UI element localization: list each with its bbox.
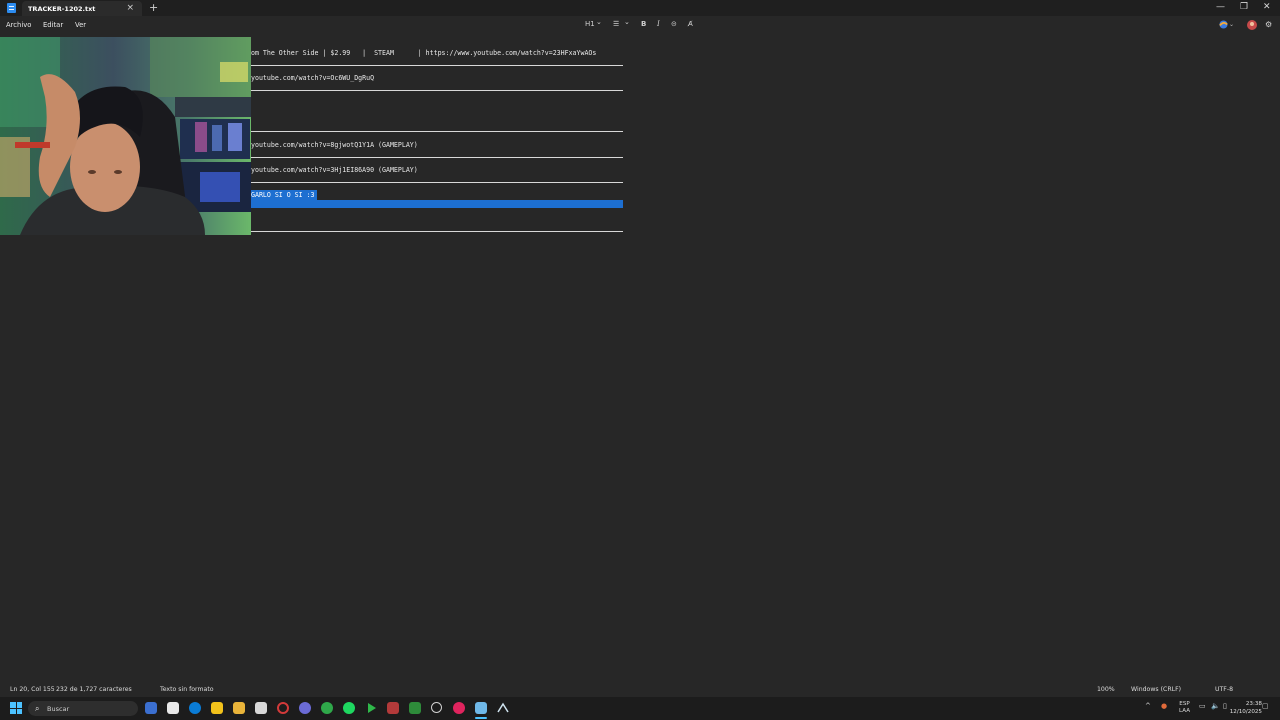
- divider: [251, 131, 623, 132]
- media-player-icon[interactable]: [453, 702, 465, 714]
- microphone-icon[interactable]: ●: [1161, 702, 1167, 710]
- menu-editar[interactable]: Editar: [43, 21, 63, 29]
- divider: [251, 90, 623, 91]
- title-bar: TRACKER-1202.txt × + — ❐ ✕: [0, 0, 1280, 16]
- text-format[interactable]: Texto sin formato: [160, 686, 214, 693]
- menu-archivo[interactable]: Archivo: [6, 21, 31, 29]
- steam-icon[interactable]: [497, 702, 509, 714]
- active-app-indicator: [475, 717, 487, 719]
- network-icon[interactable]: ▭: [1199, 702, 1206, 710]
- notifications-icon[interactable]: ▢: [1262, 702, 1269, 710]
- maximize-button[interactable]: ❐: [1240, 2, 1248, 12]
- heading-chevron-icon[interactable]: ⌄: [596, 18, 602, 26]
- discord-icon[interactable]: [299, 702, 311, 714]
- keyboard-layout: LAA: [1179, 708, 1191, 714]
- notepad-taskbar-icon[interactable]: [475, 702, 487, 714]
- bold-button[interactable]: B: [641, 20, 646, 28]
- task-view-icon[interactable]: [167, 702, 179, 714]
- language-code: ESP: [1179, 701, 1190, 707]
- italic-button[interactable]: I: [657, 20, 660, 28]
- windows-start-icon[interactable]: [10, 702, 22, 714]
- clear-format-icon[interactable]: A̸: [688, 20, 693, 28]
- webcam-overlay: [0, 37, 251, 235]
- spotify-icon[interactable]: [343, 702, 355, 714]
- menu-bar: Archivo Editar Ver H1 ⌄ ☰ ⌄ B I ⊝ A̸ ⌄ ⚙: [0, 16, 1280, 33]
- editor-line[interactable]: youtube.com/watch?v=3Hj1EI86A90 (GAMEPLA…: [251, 166, 418, 174]
- character-count: 232 de 1,727 caracteres: [56, 686, 132, 693]
- volume-icon[interactable]: 🔈: [1211, 702, 1220, 710]
- heading-dropdown[interactable]: H1: [585, 20, 595, 28]
- tab-tracker[interactable]: TRACKER-1202.txt ×: [22, 1, 142, 16]
- text-selection: [251, 200, 623, 208]
- editor-line[interactable]: om The Other Side | $2.99 | STEAM | http…: [251, 49, 596, 57]
- tab-close-icon[interactable]: ×: [126, 3, 134, 13]
- language-indicator[interactable]: ESP LAA: [1179, 701, 1190, 715]
- settings-gear-icon[interactable]: ⚙: [1265, 20, 1272, 29]
- clock-time: 23:38: [1245, 701, 1262, 707]
- store-icon[interactable]: [255, 702, 267, 714]
- tab-title: TRACKER-1202.txt: [28, 5, 96, 13]
- excel-icon[interactable]: [409, 702, 421, 714]
- list-icon[interactable]: ☰: [613, 20, 619, 28]
- minimize-button[interactable]: —: [1216, 2, 1225, 12]
- game-app-icon[interactable]: [387, 702, 399, 714]
- search-placeholder: Buscar: [47, 705, 70, 713]
- clock[interactable]: 23:38 12/10/2025: [1230, 700, 1262, 716]
- link-icon[interactable]: ⊝: [671, 20, 677, 28]
- divider: [251, 157, 623, 158]
- close-window-button[interactable]: ✕: [1263, 2, 1271, 12]
- play-icon[interactable]: [365, 702, 377, 714]
- sticky-notes-icon[interactable]: [211, 702, 223, 714]
- file-explorer-icon[interactable]: [233, 702, 245, 714]
- edge-icon[interactable]: [189, 702, 201, 714]
- copilot-chevron-icon[interactable]: ⌄: [1229, 21, 1234, 28]
- divider: [251, 182, 623, 183]
- cursor-position: Ln 20, Col 155: [10, 686, 55, 693]
- notepad-app-icon: [7, 3, 16, 13]
- clock-date: 12/10/2025: [1229, 709, 1262, 715]
- account-avatar[interactable]: [1247, 20, 1257, 32]
- editor-line[interactable]: youtube.com/watch?v=8gjwotQ1Y1A (GAMEPLA…: [251, 141, 418, 149]
- obs-icon[interactable]: [431, 702, 442, 713]
- copilot-icon[interactable]: [1219, 20, 1228, 31]
- divider: [251, 231, 623, 232]
- menu-ver[interactable]: Ver: [75, 21, 86, 29]
- widgets-icon[interactable]: [145, 702, 157, 714]
- line-endings[interactable]: Windows (CRLF): [1131, 686, 1181, 693]
- status-bar: Ln 20, Col 155 232 de 1,727 caracteres T…: [0, 680, 1280, 697]
- search-icon: ⌕: [35, 704, 40, 713]
- taskbar: ⌕ Buscar ^ ● ESP LAA ▭ 🔈 ▯ 23:38 12/10/2…: [0, 697, 1280, 720]
- taskbar-search-input[interactable]: ⌕ Buscar: [28, 701, 138, 716]
- opera-icon[interactable]: [277, 702, 289, 714]
- zoom-level[interactable]: 100%: [1097, 686, 1115, 693]
- xbox-icon[interactable]: [321, 702, 333, 714]
- battery-icon[interactable]: ▯: [1223, 702, 1227, 710]
- list-chevron-icon[interactable]: ⌄: [624, 18, 630, 26]
- tray-overflow-chevron-icon[interactable]: ^: [1145, 702, 1151, 710]
- editor-line[interactable]: youtube.com/watch?v=Oc6WU_DgRuQ: [251, 74, 374, 82]
- encoding[interactable]: UTF-8: [1215, 686, 1233, 693]
- new-tab-button[interactable]: +: [149, 2, 158, 13]
- divider: [251, 65, 623, 66]
- selected-text[interactable]: GARLO SI O SI :3: [251, 190, 317, 201]
